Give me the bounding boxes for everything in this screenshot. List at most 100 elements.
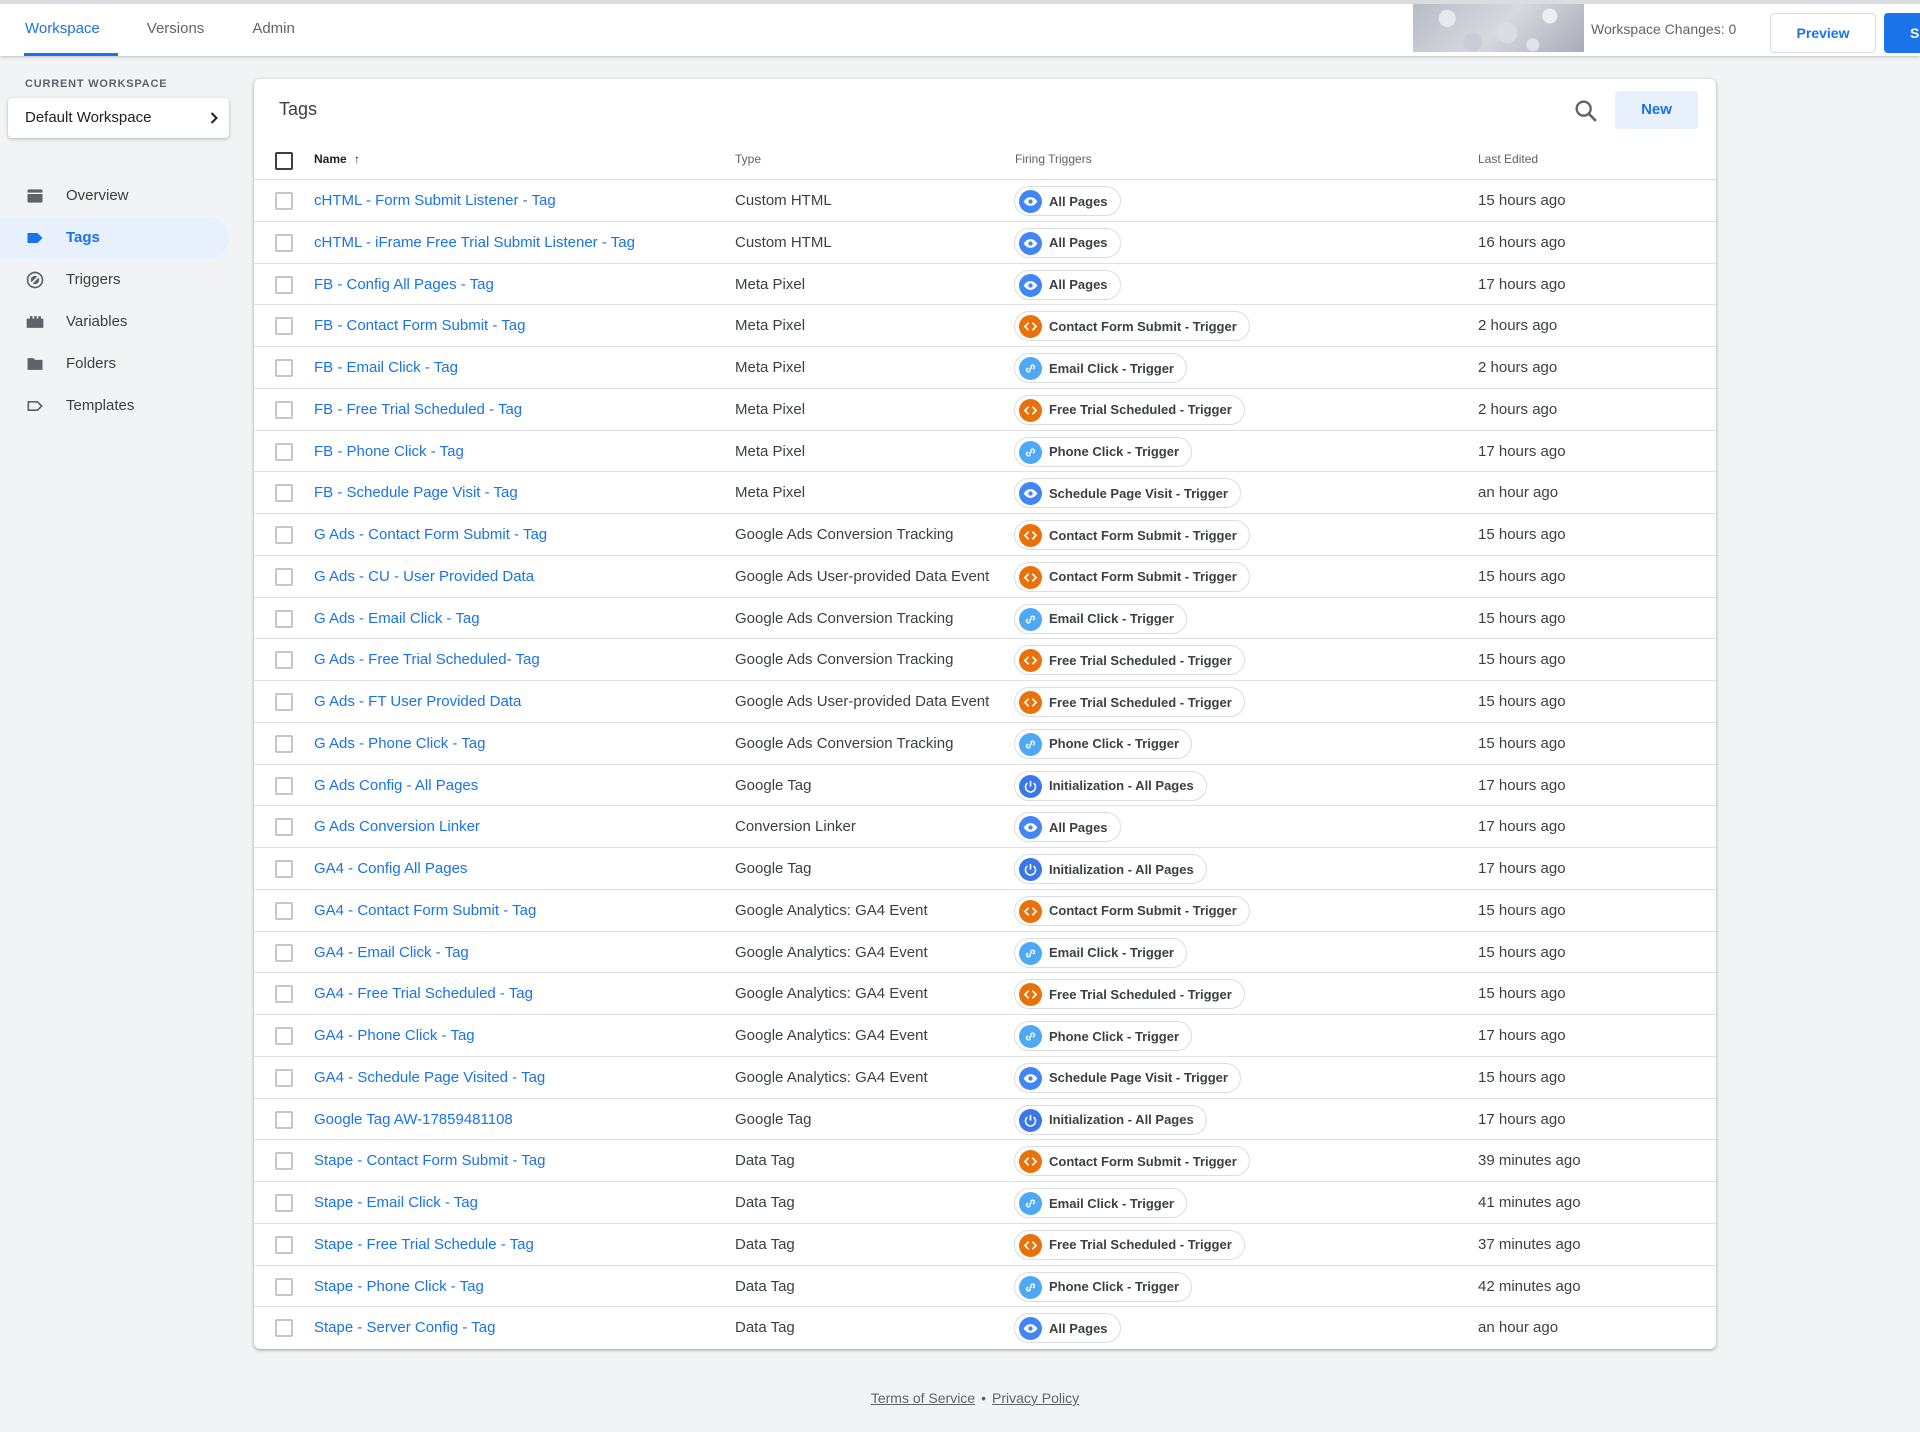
- sidebar-item-tags[interactable]: Tags: [0, 217, 229, 259]
- trigger-chip[interactable]: Initialization - All Pages: [1014, 770, 1207, 801]
- trigger-chip[interactable]: Phone Click - Trigger: [1014, 436, 1193, 467]
- tag-name-link[interactable]: GA4 - Config All Pages: [314, 860, 467, 877]
- trigger-chip[interactable]: Contact Form Submit - Trigger: [1014, 311, 1250, 342]
- tag-name-link[interactable]: G Ads - FT User Provided Data: [314, 693, 521, 710]
- row-checkbox[interactable]: [275, 734, 293, 753]
- new-tag-button[interactable]: New: [1615, 91, 1698, 129]
- tag-name-link[interactable]: GA4 - Phone Click - Tag: [314, 1027, 475, 1044]
- row-checkbox[interactable]: [275, 609, 293, 628]
- trigger-chip[interactable]: Phone Click - Trigger: [1014, 728, 1193, 759]
- tag-name-link[interactable]: G Ads - Contact Form Submit - Tag: [314, 526, 547, 543]
- tag-name-link[interactable]: GA4 - Contact Form Submit - Tag: [314, 902, 536, 919]
- row-checkbox[interactable]: [275, 776, 293, 795]
- table-row[interactable]: G Ads - FT User Provided Data Google Ads …: [254, 681, 1716, 723]
- table-row[interactable]: GA4 - Phone Click - Tag Google Analytics:…: [254, 1015, 1716, 1057]
- row-checkbox[interactable]: [275, 985, 293, 1004]
- row-checkbox[interactable]: [275, 1277, 293, 1296]
- trigger-chip[interactable]: All Pages: [1014, 269, 1121, 300]
- tag-name-link[interactable]: Stape - Free Trial Schedule - Tag: [314, 1236, 534, 1253]
- tag-name-link[interactable]: G Ads - Email Click - Tag: [314, 610, 480, 627]
- trigger-chip[interactable]: Contact Form Submit - Trigger: [1014, 520, 1250, 550]
- table-row[interactable]: GA4 - Config All Pages Google Tag Initiali…: [254, 848, 1716, 890]
- table-row[interactable]: Stape - Phone Click - Tag Data Tag Phone C…: [254, 1266, 1716, 1308]
- row-checkbox[interactable]: [275, 233, 293, 252]
- column-header-name[interactable]: Name ↑: [314, 152, 360, 166]
- tag-name-link[interactable]: FB - Free Trial Scheduled - Tag: [314, 401, 522, 418]
- trigger-chip[interactable]: All Pages: [1014, 1313, 1121, 1344]
- trigger-chip[interactable]: Free Trial Scheduled - Trigger: [1014, 1229, 1245, 1260]
- table-row[interactable]: GA4 - Free Trial Scheduled - Tag Google A…: [254, 973, 1716, 1015]
- row-checkbox[interactable]: [275, 526, 293, 544]
- table-row[interactable]: Stape - Free Trial Schedule - Tag Data Ta…: [254, 1224, 1716, 1266]
- tag-name-link[interactable]: Stape - Email Click - Tag: [314, 1194, 478, 1211]
- tag-name-link[interactable]: Google Tag AW-17859481108: [314, 1111, 513, 1128]
- trigger-chip[interactable]: Schedule Page Visit - Trigger: [1014, 1062, 1241, 1093]
- row-checkbox[interactable]: [275, 359, 293, 377]
- row-checkbox[interactable]: [275, 693, 293, 711]
- row-checkbox[interactable]: [275, 1319, 293, 1338]
- trigger-chip[interactable]: Phone Click - Trigger: [1014, 1271, 1193, 1302]
- row-checkbox[interactable]: [275, 484, 293, 503]
- preview-button[interactable]: Preview: [1770, 13, 1876, 53]
- table-row[interactable]: FB - Contact Form Submit - Tag Meta Pixel…: [254, 305, 1716, 347]
- trigger-chip[interactable]: Initialization - All Pages: [1014, 1104, 1207, 1135]
- table-row[interactable]: G Ads - Email Click - Tag Google Ads Conv…: [254, 598, 1716, 640]
- tag-name-link[interactable]: G Ads Conversion Linker: [314, 818, 480, 835]
- row-checkbox[interactable]: [275, 400, 293, 419]
- table-row[interactable]: FB - Schedule Page Visit - Tag Meta Pixel…: [254, 472, 1716, 514]
- sidebar-item-triggers[interactable]: Triggers: [0, 259, 229, 301]
- tag-name-link[interactable]: Stape - Server Config - Tag: [314, 1319, 495, 1336]
- tag-name-link[interactable]: G Ads - Free Trial Scheduled- Tag: [314, 651, 540, 668]
- sidebar-item-overview[interactable]: Overview: [0, 175, 229, 217]
- table-row[interactable]: G Ads Conversion Linker Conversion Linker…: [254, 806, 1716, 848]
- trigger-chip[interactable]: Contact Form Submit - Trigger: [1014, 561, 1250, 592]
- trigger-chip[interactable]: Free Trial Scheduled - Trigger: [1014, 979, 1245, 1010]
- submit-button[interactable]: S: [1884, 13, 1920, 53]
- tag-name-link[interactable]: cHTML - iFrame Free Trial Submit Listene…: [314, 234, 635, 251]
- tag-name-link[interactable]: Stape - Phone Click - Tag: [314, 1278, 484, 1295]
- tag-name-link[interactable]: FB - Email Click - Tag: [314, 359, 458, 376]
- table-row[interactable]: Stape - Contact Form Submit - Tag Data Ta…: [254, 1140, 1716, 1182]
- tab-admin[interactable]: Admin: [239, 4, 308, 56]
- tag-name-link[interactable]: FB - Contact Form Submit - Tag: [314, 317, 525, 334]
- row-checkbox[interactable]: [275, 1027, 293, 1045]
- trigger-chip[interactable]: Free Trial Scheduled - Trigger: [1014, 394, 1245, 425]
- table-row[interactable]: GA4 - Schedule Page Visited - Tag Google …: [254, 1057, 1716, 1099]
- row-checkbox[interactable]: [275, 317, 293, 336]
- terms-link[interactable]: Terms of Service: [871, 1390, 975, 1406]
- row-checkbox[interactable]: [275, 192, 293, 210]
- table-row[interactable]: FB - Config All Pages - Tag Meta Pixel All…: [254, 264, 1716, 306]
- table-row[interactable]: FB - Email Click - Tag Meta Pixel Email Cl…: [254, 347, 1716, 389]
- trigger-chip[interactable]: Schedule Page Visit - Trigger: [1014, 478, 1241, 509]
- trigger-chip[interactable]: All Pages: [1014, 227, 1121, 258]
- trigger-chip[interactable]: Email Click - Trigger: [1014, 937, 1187, 968]
- table-row[interactable]: FB - Free Trial Scheduled - Tag Meta Pixe…: [254, 389, 1716, 431]
- tag-name-link[interactable]: G Ads Config - All Pages: [314, 777, 478, 794]
- row-checkbox[interactable]: [275, 567, 293, 586]
- row-checkbox[interactable]: [275, 818, 293, 837]
- tab-workspace[interactable]: Workspace: [12, 4, 118, 56]
- tag-name-link[interactable]: GA4 - Schedule Page Visited - Tag: [314, 1069, 545, 1086]
- table-row[interactable]: cHTML - Form Submit Listener - Tag Custom…: [254, 180, 1716, 222]
- table-row[interactable]: G Ads - Contact Form Submit - Tag Google …: [254, 514, 1716, 556]
- trigger-chip[interactable]: All Pages: [1014, 812, 1121, 843]
- tag-name-link[interactable]: GA4 - Free Trial Scheduled - Tag: [314, 985, 533, 1002]
- tag-name-link[interactable]: G Ads - Phone Click - Tag: [314, 735, 485, 752]
- table-row[interactable]: G Ads - Free Trial Scheduled- Tag Google …: [254, 639, 1716, 681]
- sidebar-item-templates[interactable]: Templates: [0, 385, 229, 427]
- workspace-selector[interactable]: Default Workspace: [8, 98, 229, 138]
- trigger-chip[interactable]: Free Trial Scheduled - Trigger: [1014, 645, 1245, 676]
- privacy-link[interactable]: Privacy Policy: [992, 1390, 1079, 1406]
- table-row[interactable]: FB - Phone Click - Tag Meta Pixel Phone Cl…: [254, 431, 1716, 473]
- row-checkbox[interactable]: [275, 1152, 293, 1171]
- trigger-chip[interactable]: Free Trial Scheduled - Trigger: [1014, 687, 1245, 717]
- table-row[interactable]: GA4 - Email Click - Tag Google Analytics:…: [254, 932, 1716, 974]
- search-icon[interactable]: [1572, 97, 1600, 125]
- column-header-last-edited[interactable]: Last Edited: [1478, 152, 1538, 166]
- sidebar-item-variables[interactable]: Variables: [0, 301, 229, 343]
- trigger-chip[interactable]: All Pages: [1014, 186, 1121, 216]
- table-row[interactable]: GA4 - Contact Form Submit - Tag Google An…: [254, 890, 1716, 932]
- table-row[interactable]: G Ads Config - All Pages Google Tag Initia…: [254, 765, 1716, 807]
- tab-versions[interactable]: Versions: [134, 4, 218, 56]
- table-row[interactable]: cHTML - iFrame Free Trial Submit Listene…: [254, 222, 1716, 264]
